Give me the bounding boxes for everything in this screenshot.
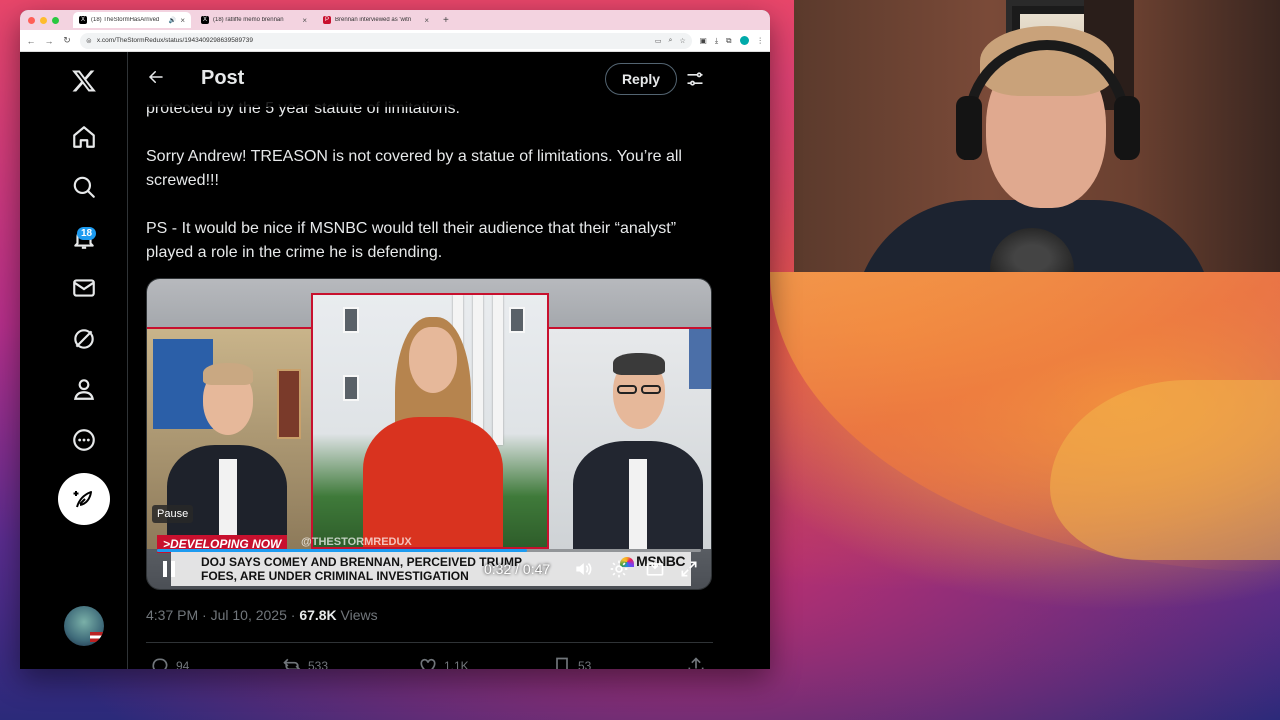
politico-favicon-icon: P — [323, 16, 331, 24]
reply-action[interactable]: 94 — [150, 656, 189, 669]
tab-title: (18) ratliffe memo brennan — [213, 17, 284, 23]
menu-kebab-icon[interactable]: ⋮ — [757, 36, 765, 45]
share-action[interactable] — [686, 656, 706, 669]
video-panel-host — [311, 293, 549, 549]
bookmark-star-icon[interactable]: ☆ — [679, 37, 685, 45]
url-field[interactable]: ⊜ x.com/TheStormRedux/status/19434092986… — [80, 32, 692, 49]
reply-button[interactable]: Reply — [605, 63, 677, 95]
profile-icon[interactable] — [739, 36, 749, 45]
account-avatar[interactable] — [64, 606, 104, 646]
tab-thestormhasarrived[interactable]: X (18) TheStormHasArrived 🔊 × — [73, 12, 191, 28]
repost-count: 533 — [308, 659, 329, 669]
repost-action[interactable]: 533 — [282, 656, 328, 669]
post-detail: Post Reply protected by the 5 year statu… — [129, 52, 770, 669]
zoom-icon[interactable]: ⌕ — [669, 37, 673, 45]
like-action[interactable]: 1.1K — [418, 656, 469, 669]
host-anchor — [353, 311, 513, 547]
repost-icon — [283, 658, 301, 669]
extensions-icon[interactable]: ⧉ — [726, 36, 731, 46]
post-header: Post Reply — [129, 52, 770, 107]
video-progress-bar[interactable] — [157, 549, 701, 552]
close-tab-icon[interactable]: × — [180, 16, 185, 25]
tweet-paragraph: Sorry Andrew! TREASON is not covered by … — [146, 148, 682, 189]
headphone-left-cup — [956, 96, 982, 160]
heart-icon — [420, 658, 436, 669]
reload-icon[interactable]: ↻ — [62, 35, 72, 46]
volume-icon[interactable] — [573, 559, 593, 579]
post-meta: 4:37 PM · Jul 10, 2025 · 67.8K Views — [146, 607, 378, 623]
tweet-paragraph: PS - It would be nice if MSNBC would tel… — [146, 220, 677, 261]
extensions-area: ▣ ⤓ ⧉ ⋮ — [700, 36, 764, 46]
like-count: 1.1K — [444, 659, 469, 669]
settings-gear-icon[interactable] — [609, 559, 629, 579]
tab-title: Brennan interviewed as 'witn — [335, 17, 412, 23]
x-favicon-icon: X — [79, 16, 87, 24]
url-text: x.com/TheStormRedux/status/1943409298639… — [96, 37, 253, 44]
bookmark-action[interactable]: 53 — [552, 656, 591, 669]
share-icon — [688, 657, 704, 669]
views-label: Views — [336, 607, 378, 623]
zoom-window-button[interactable] — [52, 16, 59, 24]
video-panel-right — [549, 327, 711, 549]
new-tab-button[interactable]: + — [443, 15, 449, 26]
forward-nav-icon[interactable]: → — [44, 36, 54, 46]
cast-icon[interactable]: ▭ — [655, 37, 662, 45]
pause-icon[interactable] — [161, 559, 177, 579]
close-window-button[interactable] — [28, 16, 35, 24]
close-tab-icon[interactable]: × — [302, 16, 307, 25]
compose-post-button[interactable] — [58, 473, 110, 525]
reader-icon[interactable]: ▣ — [700, 36, 707, 45]
close-tab-icon[interactable]: × — [424, 16, 429, 25]
tab-ratliffe-memo[interactable]: X (18) ratliffe memo brennan × — [195, 12, 313, 28]
video-progress-fill — [157, 549, 527, 552]
fullscreen-icon[interactable] — [679, 559, 699, 579]
notification-badge: 18 — [77, 227, 97, 240]
tab-bar: X (18) TheStormHasArrived 🔊 × X (18) rat… — [20, 10, 770, 30]
bookmark-icon — [556, 657, 568, 669]
page-title: Post — [201, 67, 245, 89]
video-time: 0:32 / 0:47 — [484, 561, 551, 577]
site-info-icon[interactable]: ⊜ — [86, 37, 92, 45]
video-player[interactable]: >DEVELOPING NOW @THESTORMREDUX DOJ SAYS … — [146, 278, 712, 590]
video-watermark: @THESTORMREDUX — [301, 536, 412, 548]
download-icon[interactable]: ⤓ — [715, 36, 718, 46]
browser-window: X (18) TheStormHasArrived 🔊 × X (18) rat… — [20, 10, 770, 669]
back-arrow-icon[interactable] — [147, 68, 165, 86]
feather-plus-icon — [73, 491, 92, 508]
back-nav-icon[interactable]: ← — [26, 36, 36, 46]
guest-right — [573, 349, 703, 549]
window-controls — [28, 16, 59, 24]
sliders-icon[interactable] — [685, 69, 705, 89]
x-favicon-icon: X — [201, 16, 209, 24]
picture-in-picture-icon[interactable] — [645, 559, 665, 579]
minimize-window-button[interactable] — [40, 16, 47, 24]
x-app: 18 Post Reply protected by the 5 year st… — [20, 52, 770, 669]
flag-icon — [90, 632, 104, 642]
video-controls: 0:32 / 0:47 — [147, 557, 711, 583]
post-actions: 94 533 1.1K 53 — [146, 656, 712, 669]
tab-brennan-interviewed[interactable]: P Brennan interviewed as 'witn × — [317, 12, 435, 28]
pause-tooltip: Pause — [152, 505, 194, 523]
tab-title: (18) TheStormHasArrived — [91, 17, 160, 23]
reply-count: 94 — [176, 659, 190, 669]
divider — [146, 642, 713, 643]
speaker-icon[interactable]: 🔊 — [169, 17, 176, 24]
address-bar: ← → ↻ ⊜ x.com/TheStormRedux/status/19434… — [20, 30, 770, 52]
bookmark-count: 53 — [578, 659, 592, 669]
headphone-right-cup — [1114, 96, 1140, 160]
views-count: 67.8K — [299, 607, 337, 623]
webcam-overlay — [794, 0, 1280, 272]
sidebar: 18 — [20, 52, 128, 669]
post-timestamp[interactable]: 4:37 PM · Jul 10, 2025 · — [146, 607, 299, 623]
comment-icon — [152, 658, 168, 669]
